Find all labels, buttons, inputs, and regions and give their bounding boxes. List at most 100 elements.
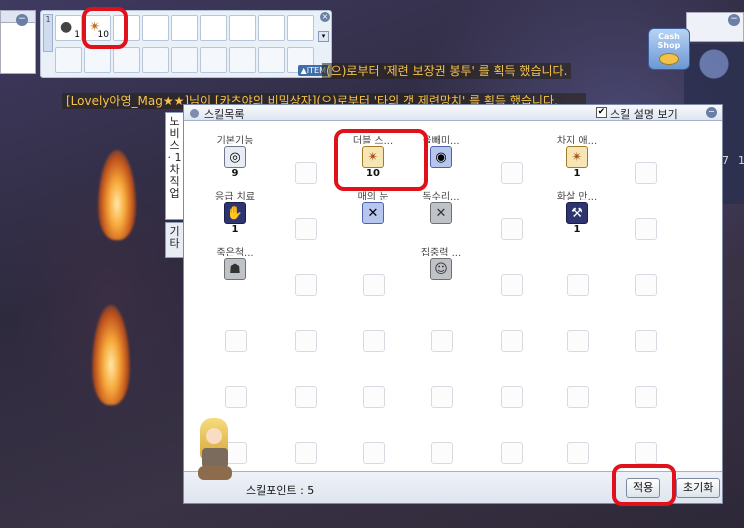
hotkey-slot-empty[interactable] [258, 47, 285, 73]
skill-level [407, 280, 475, 292]
reset-button[interactable]: 초기화 [676, 478, 721, 498]
empty-skill-slot [567, 386, 589, 408]
skill-level [201, 280, 269, 292]
skill-window-title: 스킬목록 [204, 108, 245, 121]
window-icon [190, 109, 199, 118]
empty-skill-slot [501, 274, 523, 296]
skill-slot[interactable]: 기본기능 ◎ 9 [201, 132, 269, 180]
hotkey-slot-empty[interactable] [142, 47, 169, 73]
skill-level: 1 [573, 224, 581, 235]
double-strafe-highlight [334, 129, 428, 191]
skill-window: 스킬목록 ✔ 스킬 설명 보기 − 기본기능 ◎ 9 더블 스... ✴ 10 올빼미...… [183, 104, 723, 504]
empty-skill-slot [501, 330, 523, 352]
improve-concentration-icon[interactable]: ☺ [430, 258, 452, 280]
charge-arrow-icon[interactable]: ✴ [566, 146, 588, 168]
skill-grid: 기본기능 ◎ 9 더블 스... ✴ 10 올빼미... ◉ 차지 애... ✴ 1 응급 치료 ✋ 1 매… [184, 122, 722, 472]
cash-shop-label-2: Shop [657, 41, 681, 50]
hotkey-slot[interactable] [200, 15, 227, 41]
edge-number: 7 [722, 154, 729, 167]
empty-skill-slot [501, 442, 523, 464]
empty-skill-slot [295, 162, 317, 184]
hotkey-slot-count: 1 [74, 30, 80, 40]
skill-description-checkbox[interactable]: ✔ [596, 107, 607, 118]
torch-flame-upper [98, 150, 136, 240]
empty-skill-slot [635, 274, 657, 296]
hotkey-scroll-icon[interactable]: ▾ [318, 31, 329, 42]
empty-skill-slot [501, 218, 523, 240]
empty-skill-slot [635, 386, 657, 408]
chat-line: (으)로부터 '제련 보장권 봉투' 를 획득 했습니다. [322, 63, 572, 79]
hotkey-slot-empty[interactable] [113, 47, 140, 73]
tab-novice-first-job[interactable]: 노비스 · 1차직업 [165, 112, 183, 220]
skill-points: 스킬포인트 : 5 [246, 484, 315, 497]
empty-skill-slot [363, 274, 385, 296]
minimize-icon[interactable]: − [706, 107, 717, 118]
owl-eye-icon[interactable]: ◉ [430, 146, 452, 168]
empty-skill-slot [431, 386, 453, 408]
skill-slot[interactable]: 매의 눈 ✕ [339, 188, 407, 236]
hotkey-slot-highlight [82, 7, 128, 49]
first-aid-icon[interactable]: ✋ [224, 202, 246, 224]
skill-name: 응급 치료 [215, 192, 255, 200]
skill-slot[interactable]: 죽은척... ☗ [201, 244, 269, 292]
skill-name: 화살 만... [556, 192, 598, 200]
skill-level [339, 224, 407, 236]
empty-skill-slot [295, 386, 317, 408]
empty-skill-slot [501, 386, 523, 408]
apply-button-highlight [612, 464, 676, 506]
empty-skill-slot [635, 162, 657, 184]
empty-skill-slot [567, 442, 589, 464]
minimize-icon-right[interactable]: − [728, 14, 740, 26]
empty-skill-slot [363, 330, 385, 352]
stone-icon: ● [60, 19, 73, 35]
skill-name: 죽은척... [216, 248, 254, 256]
basic-skill-icon[interactable]: ◎ [224, 146, 246, 168]
empty-skill-slot [431, 442, 453, 464]
character-sprite [194, 418, 236, 484]
tab-other[interactable]: 기타 [165, 222, 183, 258]
skill-name: 차지 애... [556, 136, 598, 144]
skill-slot[interactable]: 독수리... ✕ [407, 188, 475, 236]
hotkey-slot-empty[interactable] [200, 47, 227, 73]
empty-skill-slot [635, 330, 657, 352]
minimize-icon[interactable]: − [16, 14, 28, 26]
skill-window-titlebar[interactable]: 스킬목록 ✔ 스킬 설명 보기 − [184, 105, 722, 121]
hotkey-slot[interactable] [229, 15, 256, 41]
skill-slot[interactable]: 집중력 ... ☺ [407, 244, 475, 292]
cash-shop-button[interactable]: Cash Shop [648, 28, 690, 70]
skill-slot[interactable]: 차지 애... ✴ 1 [543, 132, 611, 180]
hotkey-slot[interactable]: ● 1 [55, 15, 82, 41]
skill-slot[interactable]: 화살 만... ⚒ 1 [543, 188, 611, 236]
empty-skill-slot [363, 442, 385, 464]
hotkey-slot[interactable] [287, 15, 314, 41]
skill-level: 1 [573, 168, 581, 179]
skill-level: 1 [231, 224, 239, 235]
empty-skill-slot [567, 274, 589, 296]
play-dead-icon[interactable]: ☗ [224, 258, 246, 280]
skill-name: 기본기능 [216, 136, 254, 144]
arrow-crafting-icon[interactable]: ⚒ [566, 202, 588, 224]
hotkey-slot[interactable] [171, 15, 198, 41]
skill-tabs: 노비스 · 1차직업 기타 [165, 112, 183, 258]
empty-skill-slot [295, 330, 317, 352]
cash-shop-label-1: Cash [658, 32, 680, 41]
hotkey-slot-empty[interactable] [84, 47, 111, 73]
empty-skill-slot [501, 162, 523, 184]
skill-slot[interactable]: 응급 치료 ✋ 1 [201, 188, 269, 236]
hotkey-row-indicator[interactable]: 1 [43, 14, 53, 52]
eagle-eye-icon[interactable]: ✕ [430, 202, 452, 224]
hotkey-close-icon[interactable]: × [320, 12, 330, 22]
skill-level: 9 [231, 168, 239, 179]
hotkey-slot-empty[interactable] [171, 47, 198, 73]
vultures-eye-icon[interactable]: ✕ [362, 202, 384, 224]
hotkey-slot-empty[interactable] [229, 47, 256, 73]
hotkey-slot-empty[interactable] [55, 47, 82, 73]
empty-skill-slot [635, 218, 657, 240]
empty-skill-slot [567, 330, 589, 352]
hotkey-slot[interactable] [142, 15, 169, 41]
empty-skill-slot [295, 274, 317, 296]
skill-name: 집중력 ... [420, 248, 462, 256]
empty-skill-slot [363, 386, 385, 408]
hotkey-slot[interactable] [258, 15, 285, 41]
skill-level [407, 224, 475, 236]
